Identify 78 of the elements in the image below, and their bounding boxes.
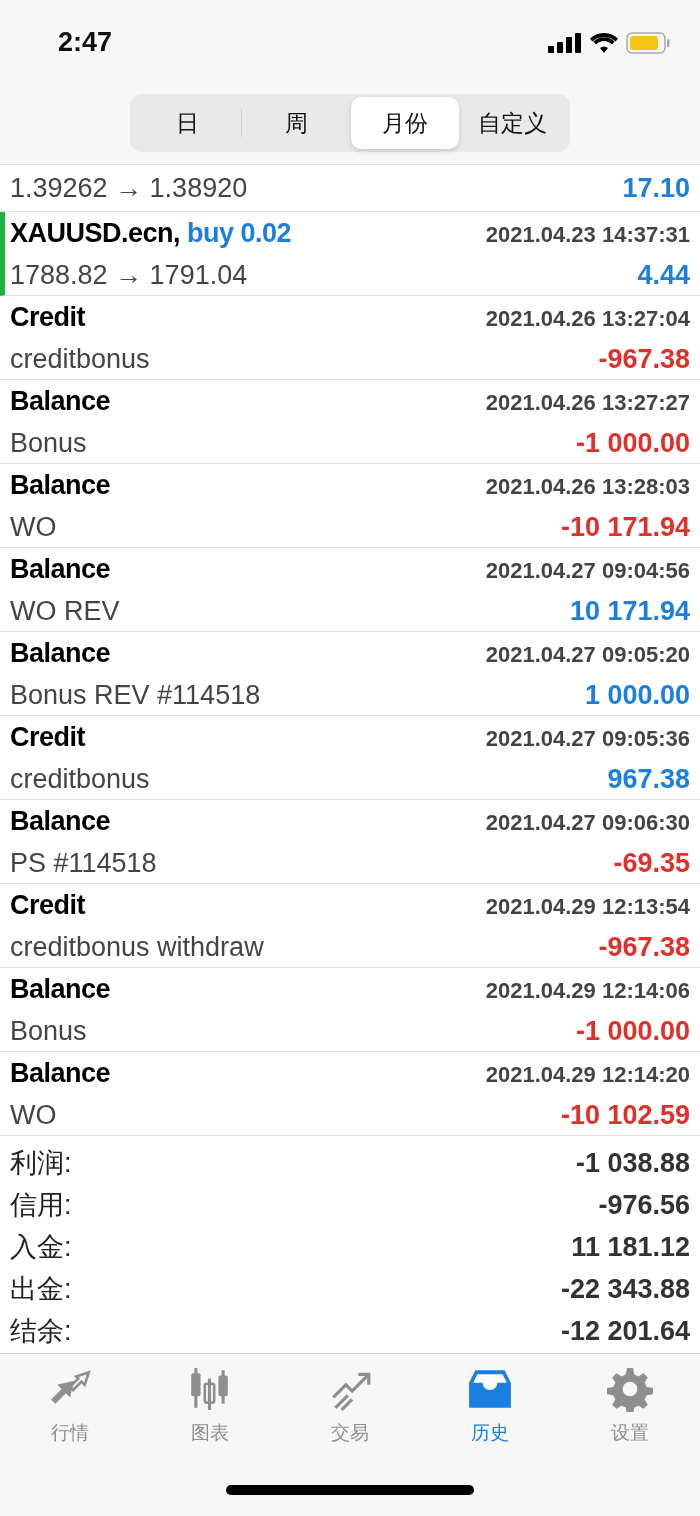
signal-icon: [548, 32, 582, 53]
summary-label: 出金:: [10, 1273, 72, 1306]
entry-detail: Bonus REV #114518: [10, 678, 261, 712]
entry-title: Balance: [10, 552, 111, 586]
entry-detail: WO REV: [10, 594, 120, 628]
entry-detail: 1.39262 → 1.38920: [10, 172, 248, 205]
entry-amount: -69.35: [613, 846, 690, 880]
entry-time: 2021.04.27 09:04:56: [485, 556, 690, 585]
summary-value: -976.56: [598, 1189, 690, 1221]
history-row[interactable]: Balance 2021.04.26 13:27:27 Bonus -1 000.00: [0, 380, 700, 464]
entry-detail: PS #114518: [10, 846, 157, 880]
entry-title: Balance: [10, 384, 111, 418]
entry-title: Credit: [10, 888, 85, 922]
summary-label: 入金:: [10, 1231, 72, 1264]
entry-title: Balance: [10, 468, 111, 502]
entry-amount: -1 000.00: [575, 1014, 690, 1048]
entry-amount: 967.38: [607, 762, 690, 796]
entry-amount: 1 000.00: [584, 678, 690, 712]
entry-time: 2021.04.27 09:05:36: [485, 724, 690, 753]
entry-time: 2021.04.29 12:14:20: [485, 1060, 690, 1089]
entry-detail: creditbonus: [10, 342, 150, 376]
entry-title: Credit: [10, 300, 85, 334]
entry-title: Balance: [10, 636, 111, 670]
entry-amount: -1 000.00: [575, 426, 690, 460]
entry-amount: 4.44: [637, 258, 690, 292]
entry-detail: Bonus: [10, 1014, 87, 1048]
entry-title: Balance: [10, 1056, 111, 1090]
entry-time: 2021.04.29 12:13:54: [485, 892, 690, 921]
entry-amount: -10 171.94: [560, 510, 690, 544]
entry-amount: 10 171.94: [569, 594, 690, 628]
entry-detail: WO: [10, 1098, 57, 1132]
history-row[interactable]: 1.39262 → 1.38920 17.10: [0, 165, 700, 212]
entry-amount: -10 102.59: [560, 1098, 690, 1132]
battery-icon: [626, 31, 670, 54]
period-tab[interactable]: 月份: [350, 97, 459, 149]
history-row[interactable]: Balance 2021.04.29 12:14:06 Bonus -1 000.00: [0, 968, 700, 1052]
summary-value: -22 343.88: [560, 1273, 690, 1305]
entry-title: Balance: [10, 972, 111, 1006]
entry-amount: -967.38: [598, 342, 690, 376]
wifi-icon: [590, 32, 618, 53]
entry-time: 2021.04.27 09:05:20: [485, 640, 690, 669]
entry-time: 2021.04.26 13:27:04: [485, 304, 690, 333]
entry-detail: WO: [10, 510, 57, 544]
history-row[interactable]: Balance 2021.04.26 13:28:03 WO -10 171.94: [0, 464, 700, 548]
entry-detail: creditbonus: [10, 762, 150, 796]
summary-value: -12 201.64: [560, 1315, 690, 1347]
gear-icon: [606, 1366, 654, 1412]
entry-time: 2021.04.27 09:06:30: [485, 808, 690, 837]
entry-detail: Bonus: [10, 426, 87, 460]
entry-amount: -967.38: [598, 930, 690, 964]
entry-detail: 1788.82 → 1791.04: [10, 258, 248, 292]
history-row[interactable]: Credit 2021.04.26 13:27:04 creditbonus -967.38: [0, 296, 700, 380]
summary-label: 结余:: [10, 1315, 72, 1348]
entry-title: Credit: [10, 720, 85, 754]
entry-time: 2021.04.29 12:14:06: [485, 976, 690, 1005]
entry-time: 2021.04.26 13:27:27: [485, 388, 690, 417]
history-row[interactable]: XAUUSD.ecn, buy 0.02 2021.04.23 14:37:31 1788.82 → 1791.04 4.44: [0, 212, 700, 296]
entry-time: 2021.04.26 13:28:03: [485, 472, 690, 501]
period-tab[interactable]: 自定义: [458, 97, 567, 149]
summary-label: 信用:: [10, 1189, 72, 1222]
period-tab[interactable]: 日: [133, 97, 242, 149]
period-tab[interactable]: 周: [242, 97, 351, 149]
trade-title: XAUUSD.ecn, buy 0.02: [10, 216, 292, 250]
history-row[interactable]: Balance 2021.04.27 09:05:20 Bonus REV #114518 1 000.00: [0, 632, 700, 716]
entry-detail: creditbonus withdraw: [10, 930, 264, 964]
entry-time: 2021.04.23 14:37:31: [485, 220, 690, 249]
history-row[interactable]: Balance 2021.04.27 09:06:30 PS #114518 -69.35: [0, 800, 700, 884]
tab-bar-item[interactable]: 历史: [420, 1366, 560, 1446]
summary-label: 利润:: [10, 1147, 72, 1180]
status-time: 2:47: [58, 27, 113, 58]
entry-amount: 17.10: [622, 172, 690, 205]
history-row[interactable]: Credit 2021.04.27 09:05:36 creditbonus 967.38: [0, 716, 700, 800]
history-row[interactable]: Balance 2021.04.27 09:04:56 WO REV 10 171.94: [0, 548, 700, 632]
summary-value: 11 181.12: [571, 1231, 690, 1263]
history-row[interactable]: Credit 2021.04.29 12:13:54 creditbonus withdraw -967.38: [0, 884, 700, 968]
summary-value: -1 038.88: [575, 1147, 690, 1179]
history-row[interactable]: Balance 2021.04.29 12:14:20 WO -10 102.59: [0, 1052, 700, 1136]
entry-title: Balance: [10, 804, 111, 838]
